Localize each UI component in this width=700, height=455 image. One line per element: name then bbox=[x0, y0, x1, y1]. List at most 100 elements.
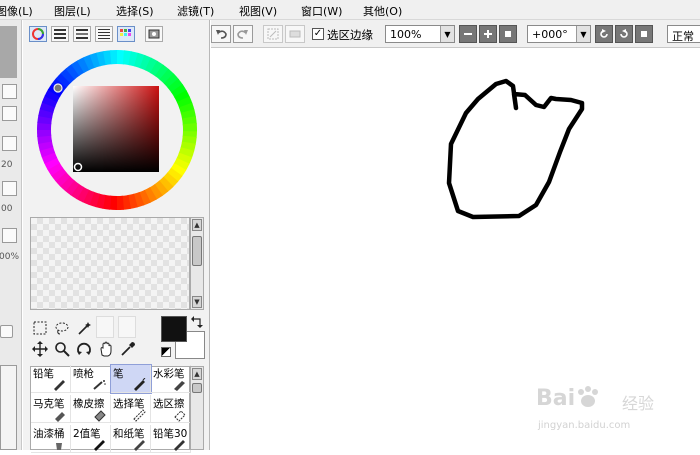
hsv-slider-tab[interactable] bbox=[73, 26, 91, 42]
redo-icon bbox=[237, 30, 248, 39]
watermark-brand: Bai bbox=[536, 386, 601, 411]
swatch-scrollbar[interactable]: ▲ ▼ bbox=[190, 217, 204, 310]
scroll-thumb[interactable] bbox=[192, 383, 202, 393]
undo-button[interactable] bbox=[211, 25, 231, 43]
mixer-tab[interactable] bbox=[95, 26, 113, 42]
swatch-icon bbox=[148, 29, 160, 39]
rotation-select[interactable]: +000° ▼ bbox=[527, 25, 591, 43]
brush-item[interactable]: 选择笔 bbox=[111, 395, 151, 423]
eyedropper-tool[interactable] bbox=[118, 339, 138, 359]
scroll-up-icon[interactable]: ▲ bbox=[192, 219, 202, 231]
swatch-palette[interactable] bbox=[30, 217, 190, 310]
brush-item[interactable]: 铅笔 bbox=[31, 365, 71, 393]
menu-bar: 图像(L) 图层(L) 选择(S) 滤镜(T) 视图(V) 窗口(W) 其他(O… bbox=[0, 0, 700, 20]
menu-other[interactable]: 其他(O) bbox=[363, 3, 402, 19]
brush-item[interactable]: 笔 bbox=[110, 364, 152, 394]
square-icon bbox=[505, 31, 511, 37]
swap-colors-icon[interactable] bbox=[191, 316, 203, 328]
pencil-icon bbox=[53, 378, 67, 391]
zoom-reset-button[interactable] bbox=[499, 25, 517, 43]
washi-pen-icon bbox=[133, 438, 147, 451]
menu-select[interactable]: 选择(S) bbox=[116, 3, 154, 19]
color-wheel-tab[interactable] bbox=[29, 26, 47, 42]
brush-item[interactable]: 选区擦 bbox=[151, 395, 191, 423]
paw-icon bbox=[575, 386, 601, 407]
scroll-up-icon[interactable]: ▲ bbox=[192, 368, 202, 380]
tool-slot[interactable] bbox=[96, 316, 114, 338]
hand-icon bbox=[100, 341, 112, 357]
brush-item[interactable]: 橡皮擦 bbox=[71, 395, 111, 423]
magic-wand-tool[interactable] bbox=[74, 318, 94, 338]
list-icon bbox=[76, 29, 88, 39]
pen-icon bbox=[133, 377, 147, 391]
strip-list bbox=[0, 365, 17, 450]
brush-item[interactable]: 2值笔 bbox=[71, 425, 111, 453]
strip-button[interactable] bbox=[2, 84, 17, 99]
brush-item[interactable]: 水彩笔 bbox=[151, 365, 191, 393]
zoom-out-button[interactable] bbox=[459, 25, 477, 43]
brush-tool-grid: 铅笔 喷枪 笔 水彩笔马克笔 橡皮擦 选择笔 选区擦油漆桶 2值笔 和纸笔 铅笔30 bbox=[30, 364, 191, 453]
zoom-icon bbox=[55, 342, 70, 357]
deselect-icon bbox=[267, 28, 279, 40]
rotate-icon bbox=[77, 342, 91, 355]
deselect-button[interactable] bbox=[263, 25, 283, 43]
move-tool[interactable] bbox=[30, 339, 50, 359]
rgb-slider-tab[interactable] bbox=[51, 26, 69, 42]
watermark-cn: 经验 bbox=[622, 394, 655, 413]
lasso-tool[interactable] bbox=[52, 318, 72, 338]
scroll-down-icon[interactable]: ▼ bbox=[192, 296, 202, 308]
reset-colors-icon[interactable] bbox=[161, 347, 171, 357]
rect-select-icon bbox=[33, 321, 47, 335]
brush-item[interactable]: 和纸笔 bbox=[111, 425, 151, 453]
menu-image[interactable]: 图像(L) bbox=[0, 3, 33, 19]
strip-button[interactable] bbox=[2, 228, 17, 243]
invert-selection-button[interactable] bbox=[285, 25, 305, 43]
lasso-icon bbox=[55, 322, 69, 335]
brush-scrollbar[interactable]: ▲ bbox=[190, 366, 204, 450]
watermark-url: jingyan.baidu.com bbox=[538, 420, 631, 431]
zoom-select[interactable]: 100% ▼ bbox=[385, 25, 455, 43]
brush-item[interactable]: 马克笔 bbox=[31, 395, 71, 423]
brush-item[interactable]: 油漆桶 bbox=[31, 425, 71, 453]
rect-select-tool[interactable] bbox=[30, 318, 50, 338]
brush-item[interactable]: 铅笔30 bbox=[151, 425, 191, 453]
redo-button[interactable] bbox=[233, 25, 253, 43]
strip-button[interactable] bbox=[2, 106, 17, 121]
strip-button[interactable] bbox=[2, 136, 17, 151]
palette-grid-icon bbox=[120, 29, 131, 36]
color-wheel[interactable] bbox=[35, 48, 199, 212]
hand-tool[interactable] bbox=[96, 339, 116, 359]
rotate-cw-icon bbox=[620, 29, 628, 38]
scroll-thumb[interactable] bbox=[192, 236, 202, 266]
brush-label: 铅笔 bbox=[33, 368, 54, 380]
tool-slot[interactable] bbox=[118, 316, 136, 338]
eyedropper-icon bbox=[121, 342, 135, 356]
brush-item[interactable]: 喷枪 bbox=[71, 365, 111, 393]
move-icon bbox=[32, 341, 48, 357]
chevron-down-icon: ▼ bbox=[440, 26, 454, 42]
zoom-tool[interactable] bbox=[52, 339, 72, 359]
menu-filter[interactable]: 滤镜(T) bbox=[177, 3, 214, 19]
strip-value: 00 bbox=[1, 204, 13, 214]
marker-icon bbox=[53, 408, 67, 422]
blend-mode-select[interactable]: 正常 bbox=[667, 25, 700, 43]
foreground-color-swatch[interactable] bbox=[161, 316, 187, 342]
menu-view[interactable]: 视图(V) bbox=[239, 3, 277, 19]
selection-edge-checkbox[interactable]: ✓ bbox=[312, 28, 324, 40]
binary-pen-icon bbox=[93, 438, 107, 451]
strip-button[interactable] bbox=[2, 181, 17, 196]
rotate-reset-button[interactable] bbox=[635, 25, 653, 43]
swatch-tab[interactable] bbox=[117, 26, 135, 42]
menu-window[interactable]: 窗口(W) bbox=[301, 3, 342, 19]
airbrush-icon bbox=[93, 378, 107, 390]
zoom-in-button[interactable] bbox=[479, 25, 497, 43]
menu-layer[interactable]: 图层(L) bbox=[54, 3, 91, 19]
rotate-ccw-button[interactable] bbox=[595, 25, 613, 43]
selection-edge-label: 选区边缘 bbox=[327, 28, 373, 42]
hue-picker[interactable] bbox=[53, 83, 63, 93]
strip-button[interactable] bbox=[0, 325, 13, 338]
brush-label: 喷枪 bbox=[73, 368, 94, 380]
rotate-tool[interactable] bbox=[74, 339, 94, 359]
scratchpad-tab[interactable] bbox=[145, 26, 163, 42]
rotate-cw-button[interactable] bbox=[615, 25, 633, 43]
